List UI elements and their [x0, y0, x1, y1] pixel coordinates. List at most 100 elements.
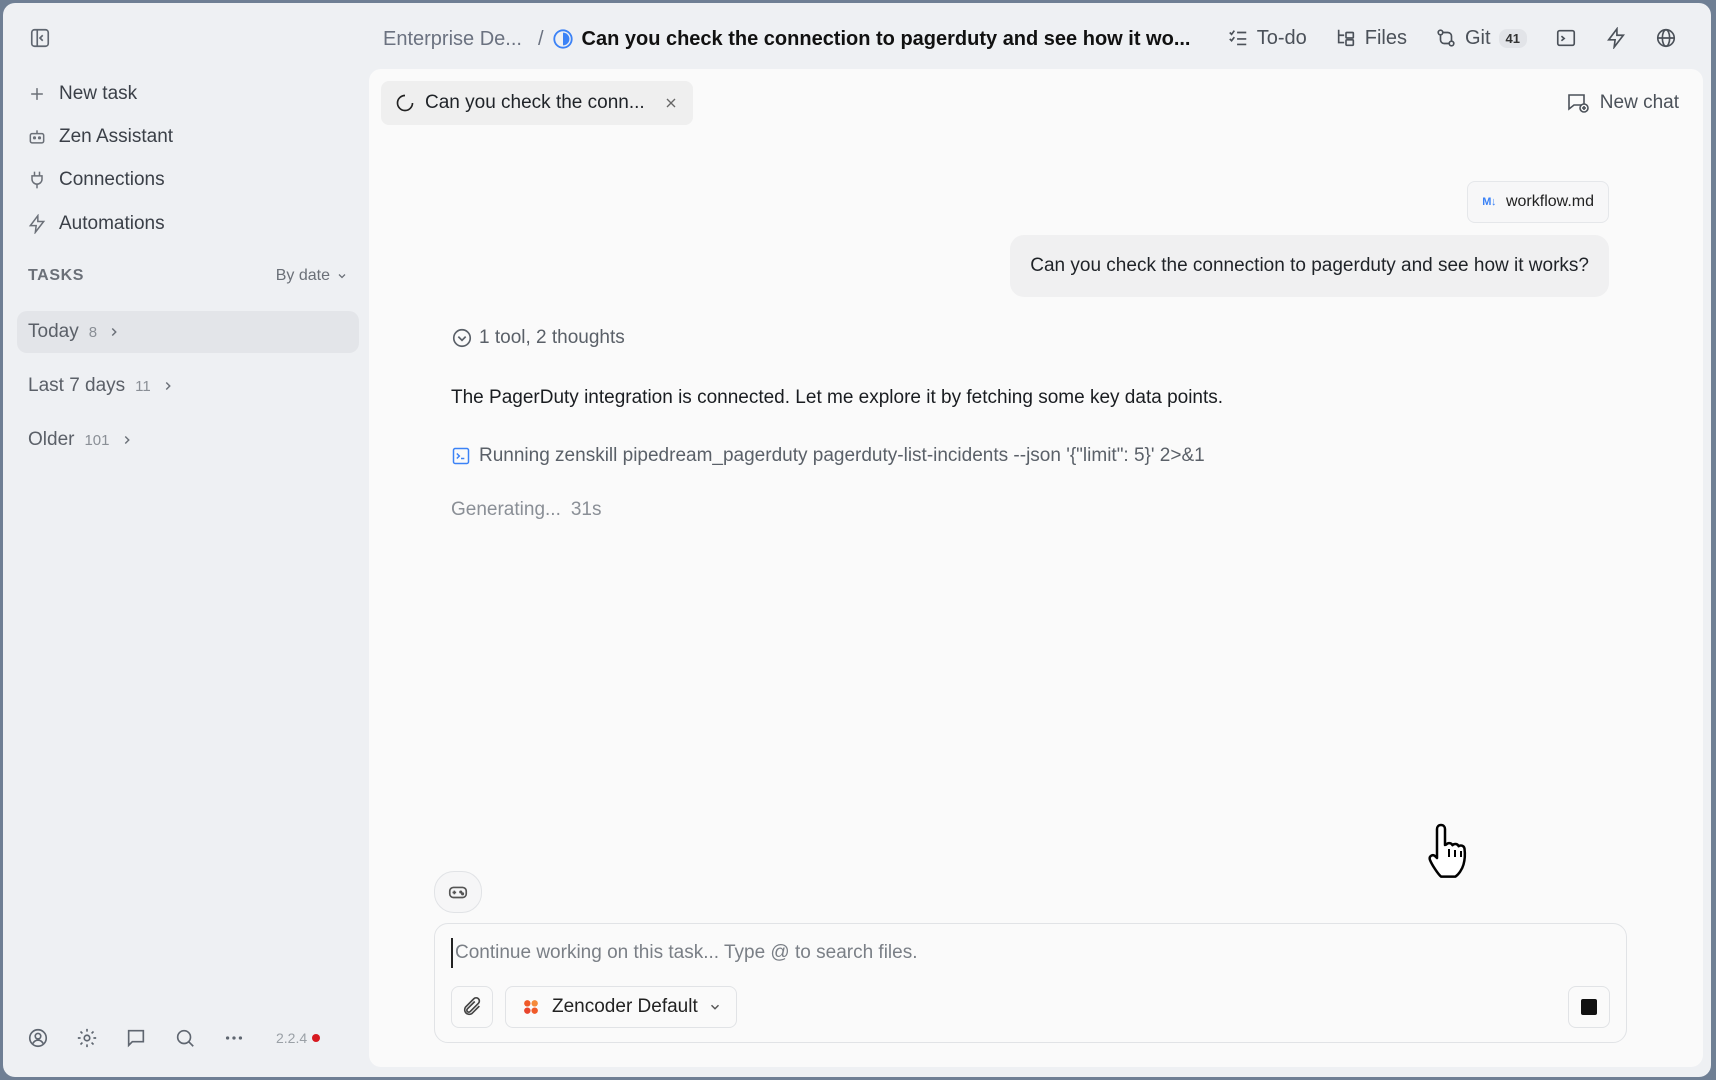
- todo-button[interactable]: To-do: [1227, 23, 1307, 53]
- new-chat-button[interactable]: New chat: [1566, 87, 1679, 119]
- todo-label: To-do: [1256, 26, 1307, 49]
- automation-button[interactable]: [1605, 23, 1627, 53]
- chevron-down-icon: [338, 274, 346, 279]
- tasks-header: TASKS By date: [28, 267, 348, 285]
- tasks-sort-label: By date: [275, 267, 330, 284]
- breadcrumb-project[interactable]: Enterprise De...: [383, 28, 522, 51]
- task-group-label: Last 7 days: [28, 375, 126, 396]
- sidebar-item-zen-assistant[interactable]: Zen Assistant: [27, 122, 173, 152]
- new-chat-label: New chat: [1599, 92, 1679, 113]
- task-progress-icon: [552, 29, 573, 49]
- model-selector[interactable]: Zencoder Default: [505, 986, 737, 1028]
- chat-tab[interactable]: Can you check the conn...: [381, 81, 693, 125]
- sidebar-toggle-icon[interactable]: [29, 27, 51, 49]
- markdown-icon: M↓: [1482, 196, 1496, 208]
- account-icon[interactable]: [27, 1027, 49, 1049]
- paperclip-icon: [463, 997, 481, 1016]
- tool-call-status[interactable]: Running zenskill pipedream_pagerduty pag…: [451, 445, 1205, 467]
- plug-icon: [31, 171, 43, 189]
- file-tree-icon: [1337, 29, 1354, 47]
- task-group-count: 101: [84, 431, 110, 449]
- task-group-count: 8: [88, 323, 98, 341]
- hand-cursor-icon: [1428, 823, 1467, 878]
- user-message-text: Can you check the connection to pagerdut…: [1030, 255, 1589, 276]
- generating-time: 31s: [570, 499, 602, 520]
- sidebar: New task Zen Assistant Connections Autom…: [3, 69, 369, 1077]
- tasks-label: TASKS: [28, 267, 85, 284]
- lightning-icon: [1607, 27, 1626, 49]
- update-dot-icon: [312, 1034, 321, 1042]
- chevron-right-icon: [124, 435, 130, 445]
- message-composer: Zencoder Default: [434, 923, 1627, 1043]
- top-bar: Enterprise De... / Can you check the con…: [3, 3, 1711, 69]
- task-group-label: Today: [28, 321, 79, 342]
- terminal-icon: [452, 447, 470, 465]
- generating-label: Generating...: [451, 499, 561, 520]
- breadcrumb: Enterprise De... / Can you check the con…: [383, 25, 1191, 53]
- gamepad-button[interactable]: [434, 871, 482, 913]
- tasks-sort-dropdown[interactable]: By date: [276, 267, 348, 285]
- globe-icon: [1656, 28, 1676, 48]
- chevron-circle-down-icon: [452, 328, 472, 348]
- stop-icon: [1581, 999, 1597, 1015]
- chevron-right-icon: [165, 381, 171, 391]
- task-group-older[interactable]: Older 101: [17, 419, 359, 461]
- loading-spinner-icon: [396, 94, 414, 112]
- close-icon[interactable]: [663, 95, 679, 111]
- stop-button[interactable]: [1568, 986, 1610, 1028]
- sidebar-item-connections[interactable]: Connections: [27, 165, 165, 195]
- terminal-icon: [1556, 29, 1576, 47]
- robot-icon: [29, 130, 45, 144]
- task-group-label: Older: [28, 429, 75, 450]
- attachment-name: workflow.md: [1505, 193, 1594, 210]
- generating-status: Generating... 31s: [451, 499, 601, 521]
- version-indicator[interactable]: 2.2.4: [276, 1030, 321, 1046]
- model-name: Zencoder Default: [552, 996, 698, 1017]
- version-label: 2.2.4: [276, 1030, 308, 1046]
- task-group-today[interactable]: Today 8: [17, 311, 359, 353]
- attachment-chip[interactable]: M↓ workflow.md: [1467, 181, 1609, 223]
- chat-panel: Can you check the conn... New chat M↓ wo…: [369, 69, 1703, 1067]
- chevron-down-icon: [710, 1004, 719, 1010]
- terminal-button[interactable]: [1555, 23, 1577, 53]
- thoughts-toggle[interactable]: 1 tool, 2 thoughts: [451, 327, 625, 349]
- message-input[interactable]: [451, 938, 1601, 968]
- tool-call-text: Running zenskill pipedream_pagerduty pag…: [479, 445, 1205, 466]
- git-label: Git: [1464, 26, 1491, 49]
- app-window: Enterprise De... / Can you check the con…: [3, 3, 1711, 1077]
- thoughts-summary: 1 tool, 2 thoughts: [479, 327, 625, 348]
- browser-button[interactable]: [1655, 23, 1677, 53]
- sidebar-item-label: Zen Assistant: [59, 126, 174, 147]
- lightning-icon: [28, 214, 46, 234]
- gamepad-icon: [448, 886, 468, 899]
- attach-button[interactable]: [451, 986, 493, 1028]
- git-button[interactable]: Git 41: [1435, 23, 1527, 53]
- top-actions: To-do Files Git 41: [1227, 23, 1677, 53]
- sidebar-footer: 2.2.4: [27, 1027, 321, 1049]
- sidebar-item-automations[interactable]: Automations: [27, 209, 165, 239]
- sidebar-item-label: Automations: [59, 213, 165, 234]
- files-label: Files: [1364, 26, 1407, 49]
- search-icon[interactable]: [174, 1027, 196, 1049]
- sidebar-item-label: New task: [59, 83, 138, 104]
- files-button[interactable]: Files: [1335, 23, 1407, 53]
- breadcrumb-separator: /: [537, 27, 544, 50]
- chevron-right-icon: [111, 327, 117, 337]
- git-compare-icon: [1437, 29, 1455, 47]
- sidebar-item-label: Connections: [59, 169, 165, 190]
- assistant-message: The PagerDuty integration is connected. …: [451, 387, 1224, 408]
- breadcrumb-task-title: Can you check the connection to pagerdut…: [581, 27, 1191, 50]
- user-message: Can you check the connection to pagerdut…: [1010, 235, 1609, 297]
- git-changes-badge: 41: [1498, 28, 1527, 48]
- sidebar-item-new-task[interactable]: New task: [27, 79, 137, 109]
- new-chat-icon: [1567, 94, 1589, 113]
- checklist-icon: [1228, 30, 1246, 46]
- plus-icon: [31, 88, 43, 100]
- feedback-icon[interactable]: [125, 1027, 147, 1049]
- chat-tab-title: Can you check the conn...: [425, 92, 645, 113]
- zencoder-logo-icon: [524, 1000, 538, 1014]
- task-group-count: 11: [135, 377, 151, 395]
- task-group-last-7-days[interactable]: Last 7 days 11: [17, 365, 359, 407]
- more-icon[interactable]: [223, 1027, 245, 1049]
- gear-icon[interactable]: [76, 1027, 98, 1049]
